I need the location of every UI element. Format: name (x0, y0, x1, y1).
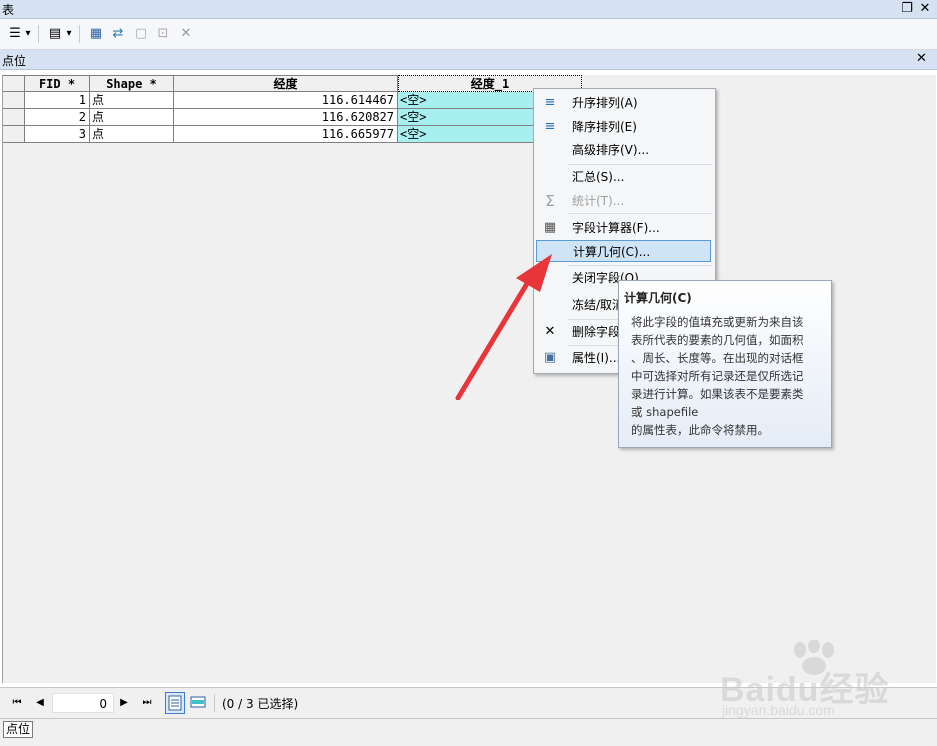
cell-longitude[interactable]: 116.665977 (174, 126, 398, 143)
cell-longitude[interactable]: 116.620827 (174, 109, 398, 126)
cell-fid[interactable]: 3 (25, 126, 90, 143)
clear-selection-icon[interactable]: ▢ (131, 24, 151, 44)
cell-shape[interactable]: 点 (90, 92, 174, 109)
restore-icon[interactable]: ❐ (898, 0, 916, 17)
related-tables-icon[interactable]: ▤ (45, 24, 65, 44)
show-all-records-icon (168, 695, 182, 711)
baidu-jingyan-watermark: Baidu经验 jingyan.baidu.com (716, 640, 916, 725)
next-record-icon[interactable]: ▶ (116, 695, 132, 711)
row-selector[interactable] (3, 126, 25, 143)
switch-selection-icon[interactable]: ⇄ (108, 24, 128, 44)
zoom-to-selected-icon[interactable]: ⊡ (153, 24, 173, 44)
row-selector[interactable] (3, 109, 25, 126)
first-record-icon[interactable]: ⏮ (9, 695, 25, 711)
tab-point-layer[interactable]: 点位 (3, 721, 34, 738)
menu-item-summarize[interactable]: 汇总(S)... (536, 166, 711, 188)
cell-shape[interactable]: 点 (90, 126, 174, 143)
show-all-records-button[interactable] (165, 692, 185, 714)
last-record-icon[interactable]: ⏭ (139, 695, 155, 711)
annotation-arrow-icon (455, 254, 552, 400)
calculate-geometry-tooltip: 计算几何(C) 将此字段的值填充或更新为来自该 表所代表的要素的几何值，如面积 … (618, 280, 832, 448)
sort-ascending-icon: ≡ (544, 95, 556, 110)
row-selector[interactable] (3, 92, 25, 109)
close-tab-icon[interactable]: ✕ (916, 51, 927, 66)
selection-count-text: (0 / 3 已选择) (222, 697, 299, 711)
column-header-shape[interactable]: Shape * (90, 75, 174, 92)
nav-separator (214, 694, 215, 712)
calculator-icon: ▦ (543, 220, 557, 235)
cell-shape[interactable]: 点 (90, 109, 174, 126)
sort-descending-icon: ≡ (544, 119, 556, 134)
row-header-corner[interactable] (3, 75, 25, 92)
table-toolbar: ☰ ▾ ▤ ▾ ▦ ⇄ ▢ ⊡ ✕ (0, 19, 937, 50)
toolbar-separator (79, 25, 80, 43)
tooltip-body: 将此字段的值填充或更新为来自该 表所代表的要素的几何值，如面积 、周长、长度等。… (631, 315, 804, 437)
cell-fid[interactable]: 1 (25, 92, 90, 109)
close-window-icon[interactable]: ✕ (916, 0, 934, 17)
table-tab-header: 点位 ✕ (0, 50, 937, 70)
column-header-longitude[interactable]: 经度 (174, 75, 398, 92)
menu-item-sort-ascending[interactable]: ≡ 升序排列(A) (536, 92, 711, 114)
show-selected-records-button[interactable] (189, 692, 209, 714)
current-record-field[interactable]: 0 (52, 693, 114, 713)
menu-item-calculate-geometry[interactable]: 计算几何(C)... (536, 240, 711, 262)
window-title-bar: 表 ❐ ✕ (0, 0, 937, 19)
show-selected-records-icon (190, 696, 206, 708)
column-header-fid[interactable]: FID * (25, 75, 90, 92)
delete-selected-icon[interactable]: ✕ (176, 24, 196, 44)
window-title: 表 (2, 3, 15, 17)
menu-separator (568, 164, 712, 165)
cell-longitude[interactable]: 116.614467 (174, 92, 398, 109)
menu-item-sort-descending[interactable]: ≡ 降序排列(E) (536, 116, 711, 138)
tooltip-title: 计算几何(C) (624, 291, 692, 305)
previous-record-icon[interactable]: ◀ (32, 695, 48, 711)
dropdown-arrow-icon[interactable]: ▾ (22, 24, 34, 44)
sigma-icon: Σ (545, 192, 555, 210)
toolbar-separator (38, 25, 39, 43)
menu-separator (568, 265, 712, 266)
menu-item-advanced-sort[interactable]: 高级排序(V)... (536, 139, 711, 161)
select-by-attributes-icon[interactable]: ▦ (86, 24, 106, 44)
dropdown-arrow-icon[interactable]: ▾ (63, 24, 75, 44)
table-tab-title: 点位 (2, 54, 27, 68)
cell-fid[interactable]: 2 (25, 109, 90, 126)
menu-item-statistics: Σ 统计(T)... (536, 190, 711, 212)
watermark-url: jingyan.baidu.com (722, 702, 835, 718)
menu-separator (568, 213, 712, 214)
menu-item-field-calculator[interactable]: ▦ 字段计算器(F)... (536, 217, 711, 239)
